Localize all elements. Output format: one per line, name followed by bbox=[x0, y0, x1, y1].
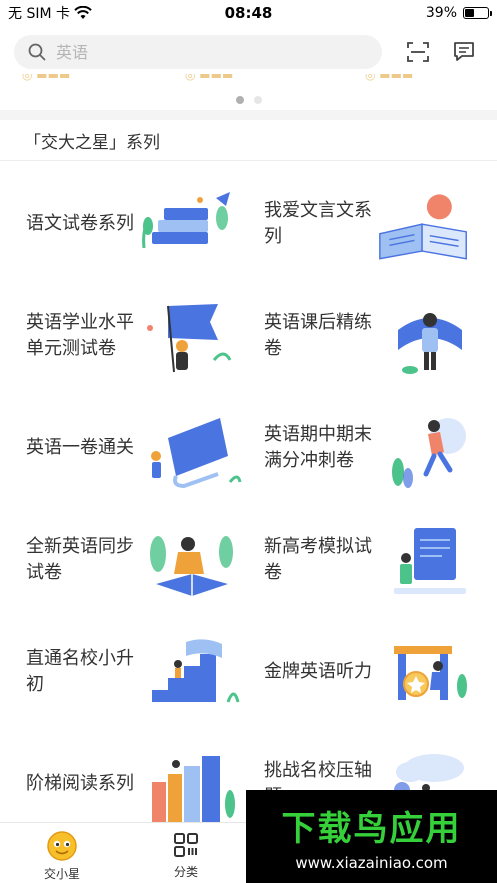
ribbon-person-illustration-icon bbox=[398, 313, 462, 374]
battery-level bbox=[465, 9, 474, 17]
category-grid-icon bbox=[174, 833, 198, 857]
carousel-ghost-coin-icon: ◎ ▬▬▬ bbox=[22, 74, 71, 82]
carousel-strip: ◎ ▬▬▬ ◎ ▬▬▬ ◎ ▬▬▬ bbox=[0, 74, 497, 84]
series-card-label: 新高考模拟试卷 bbox=[264, 536, 372, 583]
series-card-gold-listening[interactable]: 金牌英语听力 bbox=[0, 616, 497, 728]
mascot-icon bbox=[47, 831, 77, 861]
series-card-label: 金牌英语听力 bbox=[264, 661, 372, 682]
search-box[interactable] bbox=[14, 35, 382, 69]
series-card-label: 英语期中期末满分冲刺卷 bbox=[264, 424, 372, 471]
tab-category[interactable]: 分类 bbox=[124, 823, 248, 883]
carrier-label: 无 SIM 卡 bbox=[8, 6, 70, 22]
series-card-label: 英语课后精练卷 bbox=[264, 312, 372, 359]
watermark-url: www.xiazainiao.com bbox=[295, 854, 448, 872]
tab-label: 交小星 bbox=[43, 867, 80, 881]
series-card-new-gaokao[interactable]: 新高考模拟试卷 bbox=[0, 504, 497, 616]
watermark-banner: 下载鸟应用 www.xiazainiao.com bbox=[246, 790, 497, 883]
carousel-dot[interactable] bbox=[253, 96, 262, 104]
tab-home[interactable]: 交小星 bbox=[0, 823, 124, 883]
section-separator bbox=[0, 110, 497, 120]
tab-label: 分类 bbox=[173, 865, 198, 879]
medal-illustration-icon bbox=[394, 646, 467, 700]
section-title: 「交大之星」系列 bbox=[24, 133, 160, 153]
carousel-ghost-coin-icon: ◎ ▬▬▬ bbox=[365, 74, 414, 82]
search-icon bbox=[28, 43, 46, 61]
series-card-classical-chinese[interactable]: 我爱文言文系列 bbox=[0, 168, 497, 280]
status-right: 39% bbox=[425, 5, 492, 21]
series-card-label: 我爱文言文系列 bbox=[264, 200, 372, 247]
exam-board-illustration-icon bbox=[394, 528, 466, 594]
battery-icon bbox=[463, 7, 492, 19]
watermark-title: 下载鸟应用 bbox=[281, 809, 462, 849]
carousel-dot-active[interactable] bbox=[235, 96, 244, 104]
divider bbox=[0, 160, 497, 161]
header-actions bbox=[406, 41, 476, 63]
series-card-english-exam-sprint[interactable]: 英语期中期末满分冲刺卷 bbox=[0, 392, 497, 504]
status-left: 无 SIM 卡 bbox=[8, 3, 92, 23]
scan-icon[interactable] bbox=[406, 41, 430, 63]
open-book-illustration-icon bbox=[379, 194, 467, 260]
battery-percent: 39% bbox=[425, 5, 457, 21]
series-card-english-after-class[interactable]: 英语课后精练卷 bbox=[0, 280, 497, 392]
running-person-illustration-icon bbox=[392, 418, 466, 488]
message-icon[interactable] bbox=[452, 41, 476, 63]
carousel-ghost-coin-icon: ◎ ▬▬▬ bbox=[185, 74, 234, 82]
search-header bbox=[0, 30, 497, 74]
status-bar: 无 SIM 卡 08:48 39% bbox=[0, 0, 497, 26]
search-input[interactable] bbox=[56, 42, 336, 62]
wifi-icon bbox=[74, 6, 92, 19]
carousel-dots bbox=[0, 96, 497, 104]
